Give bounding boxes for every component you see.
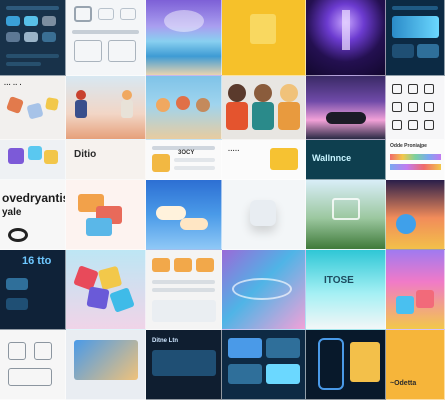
tile-landscape [306, 180, 386, 250]
tile-kids-painting [146, 76, 222, 140]
tile-3d-cubes [66, 250, 146, 330]
tile-car-scene [306, 76, 386, 140]
tile-ui-kit [146, 250, 222, 330]
tile-3d-shapes: ··· ·· · [0, 76, 66, 140]
tile-ocean-painting [146, 0, 222, 76]
tile-landing-page: ····· [222, 140, 306, 180]
image-collage: ··· ·· · Ditio ····· Wallnnce Odde Proni… [0, 0, 445, 400]
collage-caption: yale [2, 207, 22, 218]
tile-title-ditio: Ditio [66, 140, 146, 180]
tile-web-layout [146, 140, 222, 180]
tile-tech-panel [386, 0, 445, 76]
tile-colorful-3d [386, 180, 445, 250]
tile-dark-dashboard [0, 0, 66, 76]
tile-neon-stage [306, 0, 386, 76]
collage-caption: ovedryantis [2, 191, 66, 205]
tile-brand-title: ovedryantis yale [0, 180, 66, 250]
collage-caption: Wallnnce [312, 153, 352, 163]
tile-color-chart: Odde Proniajpe [386, 140, 445, 180]
collage-caption: Ditne Ltn [152, 338, 178, 344]
tile-dark-app: 16 tto [0, 250, 66, 330]
tile-sketch [0, 330, 66, 400]
collage-caption: ITOSE [324, 275, 354, 286]
tile-cyan-sign: ITOSE [306, 250, 386, 330]
tile-yellow-graphic [222, 0, 306, 76]
tile-cubes-blocks [66, 180, 146, 250]
collage-caption: Odde Proniajpe [390, 143, 427, 149]
tile-teal-hero: Wallnnce [306, 140, 386, 180]
tile-3d-object [222, 180, 306, 250]
collage-caption: 16 tto [22, 255, 52, 267]
tile-icon-sheet [386, 76, 445, 140]
tile-gradient-cubes [386, 250, 445, 330]
tile-dashboard-cards [222, 330, 306, 400]
tile-mobile-mockup [306, 330, 386, 400]
collage-caption: 3OCY [178, 150, 195, 156]
tile-orange-promo: ~Odetta [386, 330, 445, 400]
tile-abstract-waves [222, 250, 306, 330]
tile-clouds [146, 180, 222, 250]
collage-caption: Ditio [74, 149, 97, 160]
collage-caption: ~Odetta [390, 380, 417, 387]
tile-dark-web: Ditne Ltn [146, 330, 222, 400]
tile-wireframe [66, 0, 146, 76]
tile-blocks-3d [0, 140, 66, 180]
tile-children-illustration [66, 76, 146, 140]
tile-cartoon-characters [222, 76, 306, 140]
tile-website-hero [66, 330, 146, 400]
